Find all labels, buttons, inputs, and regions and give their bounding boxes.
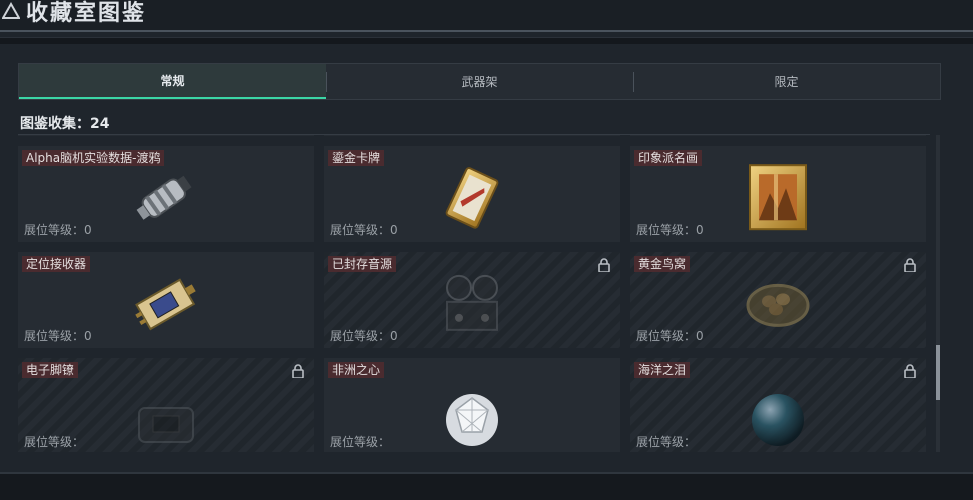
item-name: 鎏金卡牌 <box>328 150 385 166</box>
lock-icon <box>292 364 304 378</box>
booth-level: 展位等级：0 <box>636 223 704 237</box>
booth-level: 展位等级： <box>636 435 697 449</box>
item-name: 黄金鸟窝 <box>634 256 691 272</box>
collection-card[interactable]: Alpha脑机实验数据-渡鸦 展位等级：0 <box>18 146 314 242</box>
golden-nest-icon <box>746 283 810 327</box>
reel-recorder-icon <box>446 274 498 331</box>
collection-card[interactable]: 展位等级：0 <box>18 135 314 136</box>
booth-level: 展位等级：0 <box>24 329 92 343</box>
tab-limited[interactable]: 限定 <box>633 64 940 99</box>
title-row: 收藏室图鉴 <box>0 0 146 28</box>
lock-icon <box>904 258 916 272</box>
item-name: 已封存音源 <box>328 256 397 272</box>
diamond-icon <box>446 394 498 446</box>
collection-card-locked[interactable]: 电子脚镣 展位等级： <box>18 358 314 452</box>
collection-count: 图鉴收集：24 <box>20 116 110 132</box>
item-name: 海洋之泪 <box>634 362 691 378</box>
item-name: 非洲之心 <box>328 362 385 378</box>
page-title: 收藏室图鉴 <box>26 1 147 26</box>
item-grid: 展位等级：0 展位等级：0 展位等级：0 Alpha脑机实验数据-渡鸦 <box>18 135 926 452</box>
item-name: 印象派名画 <box>634 150 703 166</box>
data-canister-icon <box>136 175 192 220</box>
collection-card-locked[interactable]: 已封存音源 展位等级：0 <box>324 252 620 348</box>
booth-level: 展位等级： <box>330 435 391 449</box>
painting-icon <box>749 164 807 231</box>
title-divider <box>0 30 973 38</box>
collection-card[interactable]: 展位等级：0 <box>630 135 926 136</box>
booth-level: 展位等级：0 <box>636 329 704 343</box>
collection-card[interactable]: 非洲之心 展位等级： <box>324 358 620 452</box>
collection-card-locked[interactable]: 黄金鸟窝 展位等级：0 <box>630 252 926 348</box>
warning-triangle-icon <box>2 2 20 19</box>
category-tabs: 常规 武器架 限定 <box>18 63 941 100</box>
tab-regular[interactable]: 常规 <box>19 64 326 99</box>
collection-card[interactable]: 展位等级：0 <box>324 135 620 136</box>
ankle-monitor-icon <box>138 407 194 443</box>
booth-level: 展位等级：0 <box>24 223 92 237</box>
item-name: Alpha脑机实验数据-渡鸦 <box>22 150 165 166</box>
item-grid-viewport[interactable]: 展位等级：0 展位等级：0 展位等级：0 Alpha脑机实验数据-渡鸦 <box>18 135 932 452</box>
bottom-bar <box>0 472 973 500</box>
collection-card[interactable]: 定位接收器 展位等级：0 <box>18 252 314 348</box>
grid-scrollbar[interactable] <box>936 135 940 452</box>
lock-icon <box>904 364 916 378</box>
gps-receiver-icon <box>135 278 196 331</box>
booth-level: 展位等级：0 <box>330 329 398 343</box>
lock-icon <box>598 258 610 272</box>
collection-card-locked[interactable]: 海洋之泪 展位等级： <box>630 358 926 452</box>
tab-weapon-rack[interactable]: 武器架 <box>326 64 633 99</box>
item-name: 电子脚镣 <box>22 362 79 378</box>
scroll-thumb[interactable] <box>936 345 940 400</box>
gilded-card-icon <box>445 167 499 229</box>
collection-card[interactable]: 印象派名画 展位等级：0 <box>630 146 926 242</box>
ocean-pearl-icon <box>752 394 804 446</box>
booth-level: 展位等级： <box>24 435 85 449</box>
collection-card[interactable]: 鎏金卡牌 展位等级：0 <box>324 146 620 242</box>
booth-level: 展位等级：0 <box>330 223 398 237</box>
item-name: 定位接收器 <box>22 256 91 272</box>
